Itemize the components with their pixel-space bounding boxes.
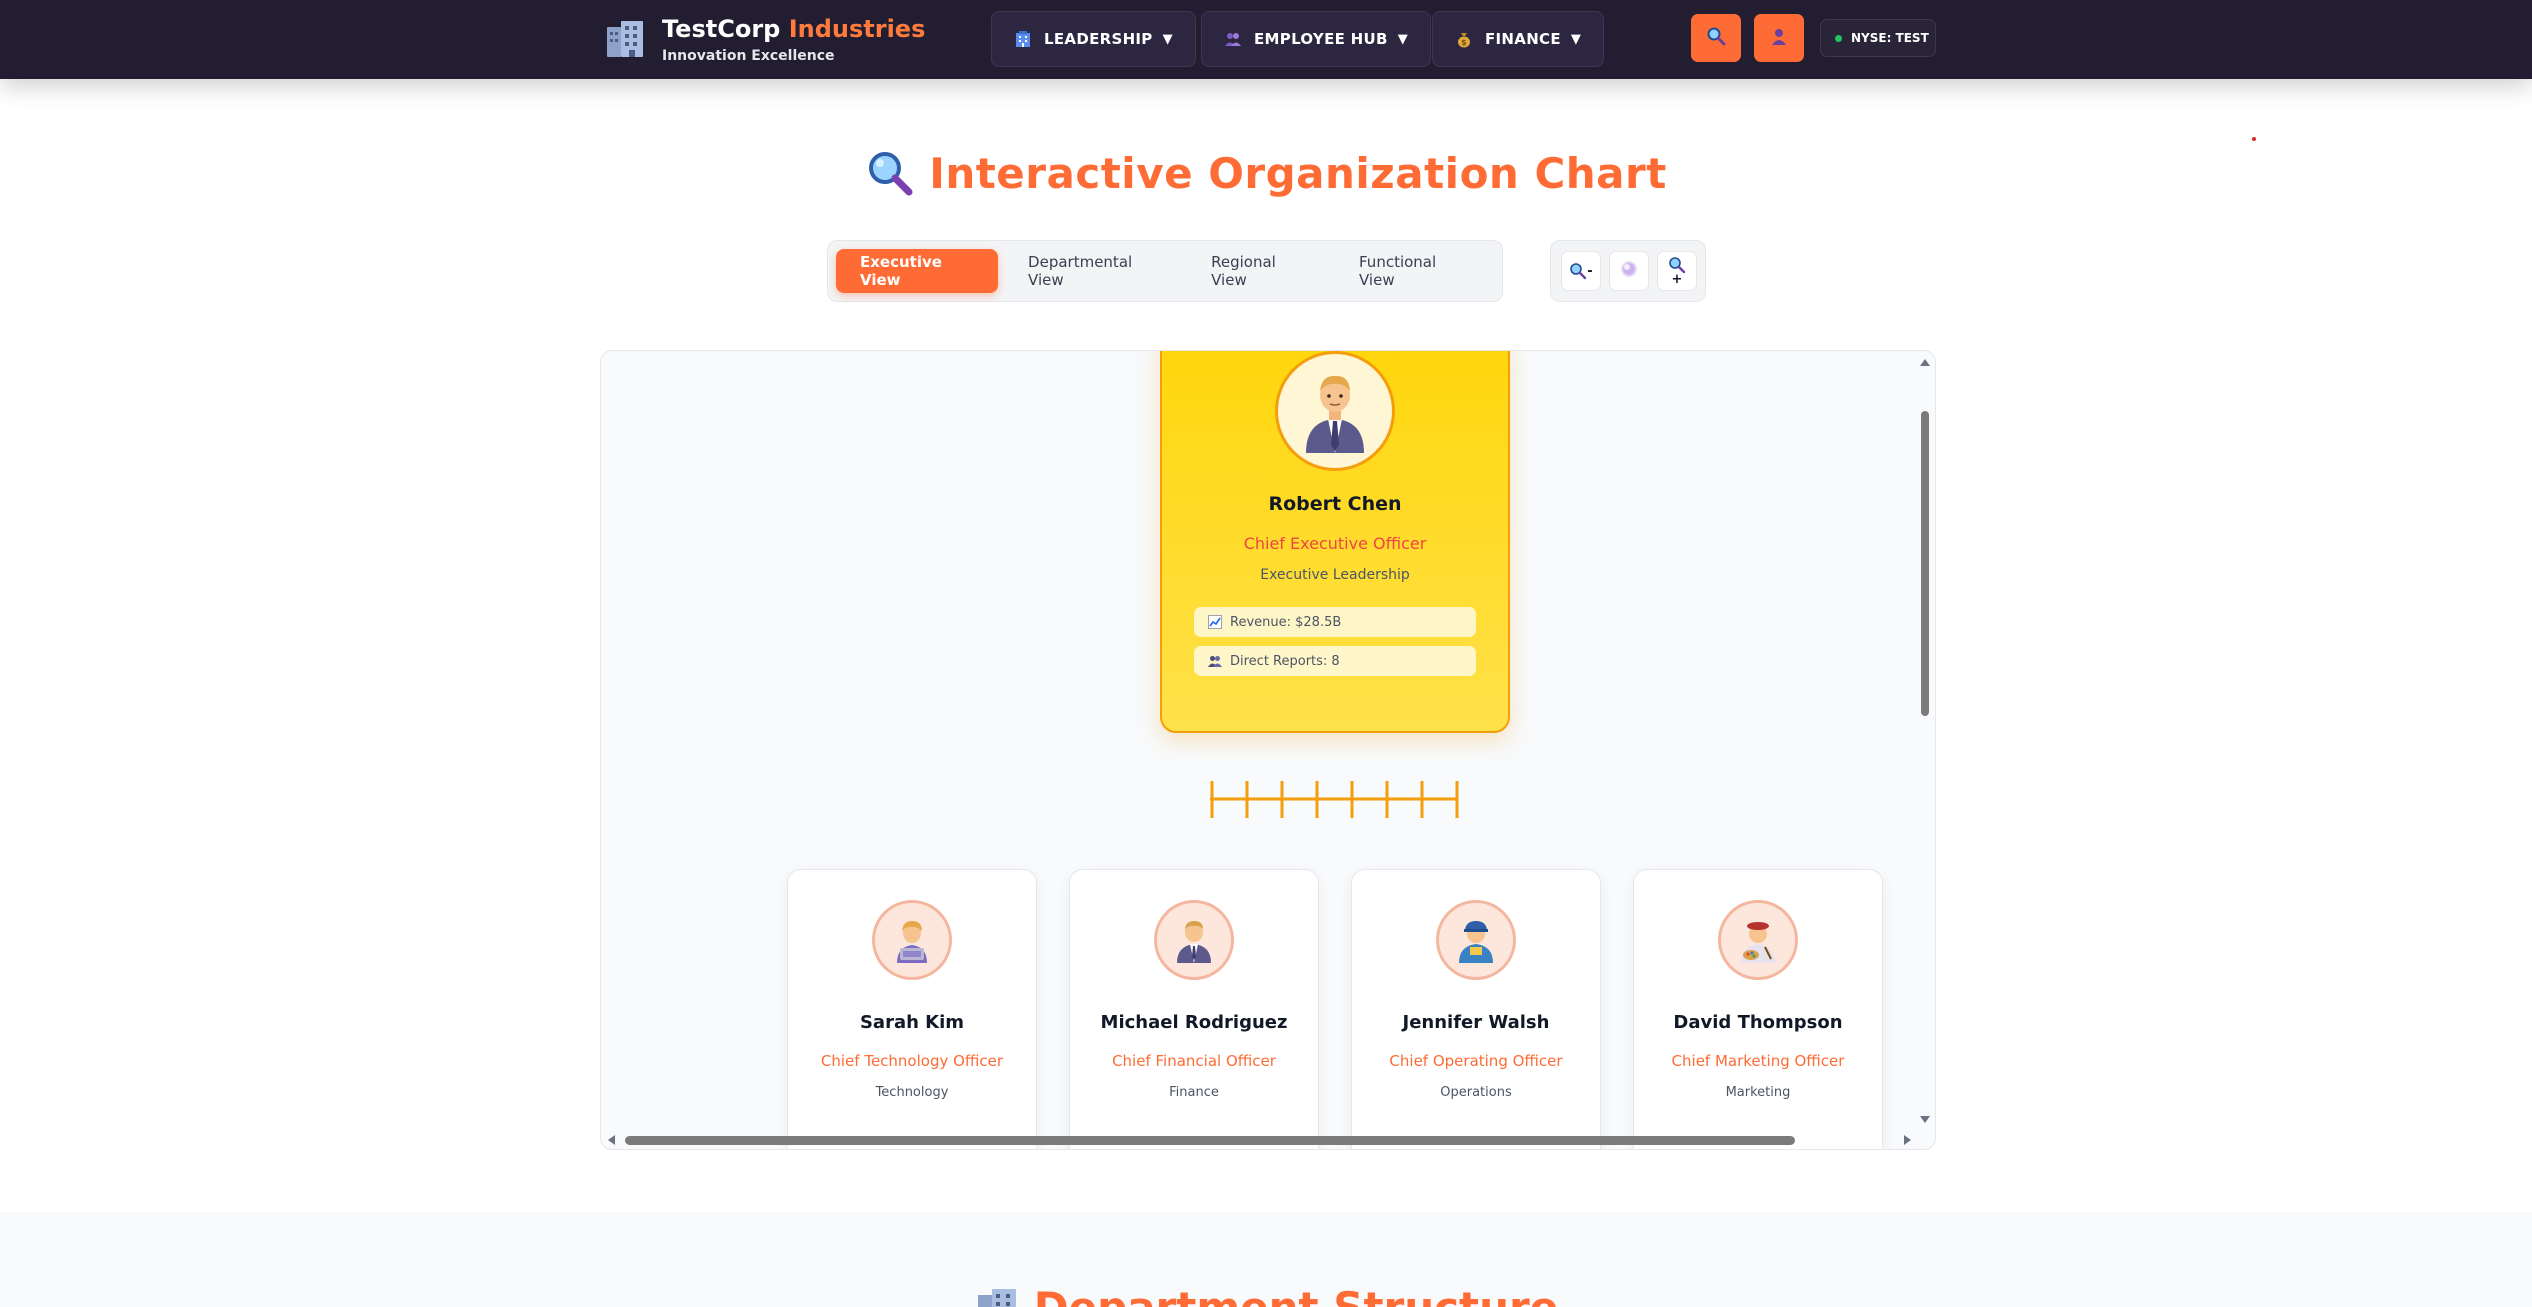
horizontal-scroll-thumb[interactable] — [625, 1136, 1795, 1145]
chevron-down-icon: ▼ — [1162, 31, 1173, 47]
report-card-michael-rodriguez[interactable]: Michael Rodriguez Chief Financial Office… — [1069, 869, 1319, 1149]
report-department: Operations — [1440, 1085, 1512, 1100]
scroll-right-arrow[interactable] — [1904, 1135, 1911, 1145]
report-name: Michael Rodriguez — [1100, 1012, 1288, 1033]
chevron-down-icon: ▼ — [1570, 31, 1582, 47]
report-title: Chief Technology Officer — [820, 1052, 1004, 1070]
magnifier-icon — [865, 148, 915, 198]
section-title: Department Structure — [0, 1283, 2532, 1307]
office-building-icon — [974, 1285, 1020, 1307]
tab-regional-view[interactable]: Regional View — [1187, 249, 1329, 293]
nav-employee-hub-button[interactable]: EMPLOYEE HUB ▼ — [1201, 11, 1432, 67]
people-icon — [1224, 30, 1242, 48]
zoom-out-button[interactable]: - — [1561, 251, 1601, 291]
indicator-dot — [2252, 137, 2256, 141]
scroll-down-arrow[interactable] — [1920, 1116, 1930, 1123]
people-icon — [1208, 654, 1222, 668]
chart-icon — [1208, 615, 1222, 629]
status-dot — [1835, 34, 1842, 42]
report-card-jennifer-walsh[interactable]: Jennifer Walsh Chief Operating Officer O… — [1351, 869, 1601, 1149]
search-button[interactable] — [1691, 14, 1741, 62]
org-chart-viewport[interactable]: Robert Chen Chief Executive Officer Exec… — [600, 350, 1936, 1150]
office-building-icon — [1014, 30, 1032, 48]
chevron-down-icon: ▼ — [1397, 31, 1409, 47]
scroll-up-arrow[interactable] — [1920, 359, 1930, 366]
top-navigation: TestCorp Industries Innovation Excellenc… — [0, 0, 2532, 79]
profile-button[interactable] — [1754, 14, 1804, 62]
stock-ticker-badge: NYSE: TEST — [1820, 19, 1936, 57]
office-building-icon — [602, 16, 648, 62]
zoom-controls: - + — [1550, 240, 1706, 302]
vertical-scroll-thumb[interactable] — [1921, 411, 1929, 716]
ceo-card[interactable]: Robert Chen Chief Executive Officer Exec… — [1160, 351, 1510, 733]
tab-departmental-view[interactable]: Departmental View — [1004, 249, 1181, 293]
nav-leadership-button[interactable]: LEADERSHIP ▼ — [991, 11, 1196, 67]
report-title: Chief Marketing Officer — [1671, 1052, 1845, 1070]
view-tabs: Executive View Departmental View Regiona… — [827, 240, 1503, 302]
direct-reports-metric: Direct Reports: 8 — [1194, 646, 1476, 676]
zoom-in-button[interactable]: + — [1657, 251, 1697, 291]
tab-executive-view[interactable]: Executive View — [836, 249, 999, 293]
revenue-metric: Revenue: $28.5B — [1194, 607, 1476, 637]
ceo-department: Executive Leadership — [1260, 567, 1410, 583]
zoom-in-icon: + — [1668, 256, 1686, 286]
report-department: Technology — [875, 1085, 949, 1100]
zoom-out-icon: - — [1569, 262, 1593, 280]
report-department: Marketing — [1725, 1085, 1791, 1100]
brand[interactable]: TestCorp Industries Innovation Excellenc… — [602, 14, 925, 64]
search-icon — [1706, 26, 1726, 50]
brand-name: TestCorp Industries — [662, 15, 926, 43]
report-card-david-thompson[interactable]: David Thompson Chief Marketing Officer M… — [1633, 869, 1883, 1149]
svg-text:$: $ — [1461, 38, 1467, 47]
brand-tagline: Innovation Excellence — [662, 48, 835, 64]
technologist-icon — [872, 900, 952, 980]
report-department: Finance — [1169, 1085, 1219, 1100]
businessman-icon — [1154, 900, 1234, 980]
scroll-left-arrow[interactable] — [608, 1135, 615, 1145]
report-name: David Thompson — [1673, 1012, 1843, 1033]
businessman-icon — [1275, 351, 1395, 471]
worker-icon — [1436, 900, 1516, 980]
tab-functional-view[interactable]: Functional View — [1335, 249, 1488, 293]
money-bag-icon: $ — [1455, 30, 1473, 48]
nav-finance-button[interactable]: $ FINANCE ▼ — [1432, 11, 1605, 67]
report-name: Jennifer Walsh — [1402, 1012, 1550, 1033]
report-name: Sarah Kim — [859, 1012, 965, 1033]
ceo-title: Chief Executive Officer — [1243, 534, 1427, 553]
artist-icon — [1718, 900, 1798, 980]
report-card-sarah-kim[interactable]: Sarah Kim Chief Technology Officer Techn… — [787, 869, 1037, 1149]
report-title: Chief Operating Officer — [1389, 1052, 1563, 1070]
ceo-name: Robert Chen — [1268, 493, 1402, 515]
report-title: Chief Financial Officer — [1112, 1052, 1276, 1070]
user-icon — [1769, 26, 1789, 50]
reset-zoom-button[interactable] — [1609, 251, 1649, 291]
reset-icon — [1619, 259, 1639, 283]
page-title: Interactive Organization Chart — [0, 148, 2532, 198]
